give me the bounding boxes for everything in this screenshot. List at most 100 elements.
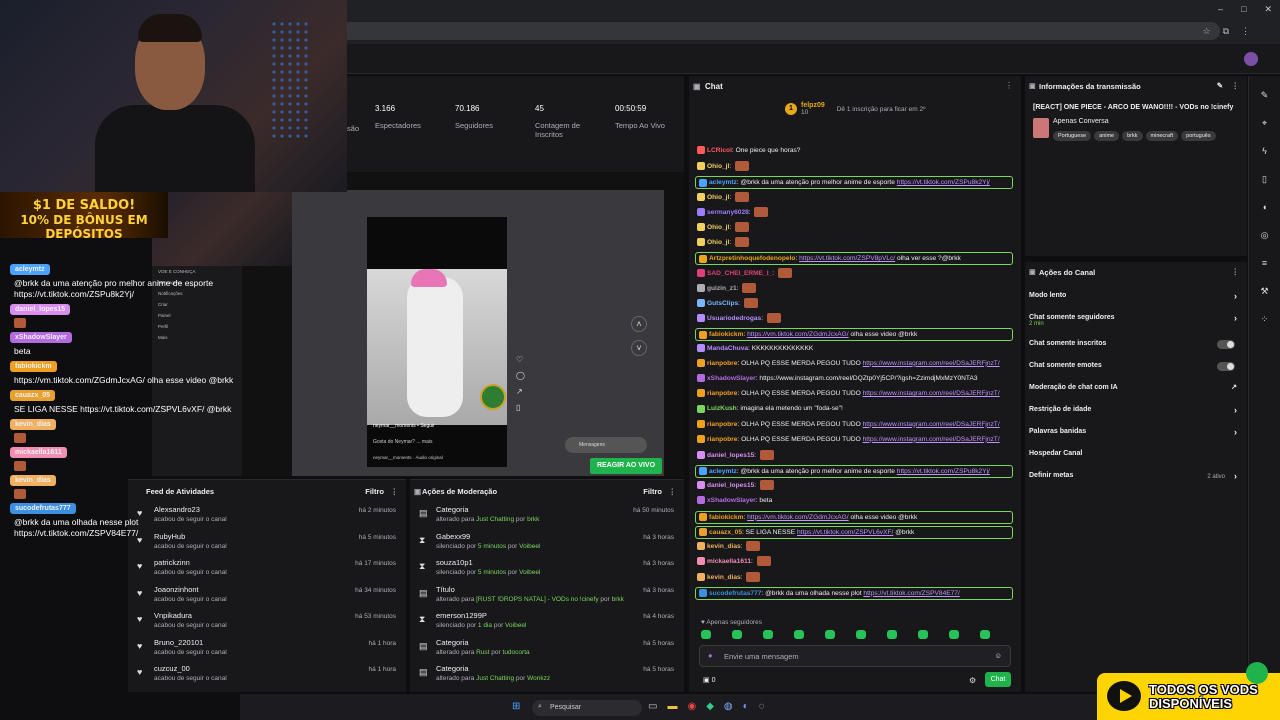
wrench-icon[interactable]: ⚒: [1258, 286, 1272, 300]
chat-username[interactable]: rianpobre: [707, 436, 737, 443]
channel-action-row[interactable]: Hospedar Canal: [1025, 446, 1247, 468]
chat-link[interactable]: https://vt.tiktok.com/ZSPV8pVLc/: [799, 255, 895, 262]
channel-action-row[interactable]: Modo lento ›: [1025, 288, 1247, 310]
chat-username[interactable]: rianpobre: [707, 421, 737, 428]
chat-username[interactable]: Ohio_jl: [707, 224, 729, 231]
avatar[interactable]: [1244, 52, 1258, 66]
chat-link[interactable]: https://vm.tiktok.com/ZGdmJcxAG/: [747, 331, 849, 338]
toggle-switch[interactable]: [1217, 340, 1235, 349]
address-bar[interactable]: [340, 22, 1220, 40]
chat-link[interactable]: https://vt.tiktok.com/ZSPV84E77/: [863, 590, 959, 597]
emote-icon[interactable]: [887, 630, 897, 639]
channel-action-row[interactable]: Moderação de chat com IA ↗: [1025, 380, 1247, 402]
folder-icon[interactable]: ▬: [667, 701, 677, 712]
chat-username[interactable]: mickaella1611: [707, 558, 751, 565]
chat-username[interactable]: cauazx_05: [709, 529, 742, 536]
tag-chip[interactable]: anime: [1094, 131, 1120, 141]
chat-username[interactable]: daniel_lopes15: [707, 482, 754, 489]
discord-icon[interactable]: ◐: [743, 701, 749, 712]
chat-username[interactable]: GutsClips: [707, 300, 738, 307]
taskbar-search[interactable]: ⌕ Pesquisar: [532, 700, 642, 716]
bookmark-icon[interactable]: ▯: [516, 400, 525, 416]
chat-username[interactable]: Ohio_jl: [707, 163, 729, 170]
chat-username[interactable]: xShadowSlayer: [707, 497, 756, 504]
menu-icon[interactable]: ⋮: [1241, 26, 1250, 37]
chat-input[interactable]: ● Envie uma mensagem ☺: [699, 645, 1011, 667]
emote-icon[interactable]: [825, 630, 835, 639]
star-icon[interactable]: ☆: [1202, 26, 1210, 37]
chat-username[interactable]: Usuariodedrogas: [707, 315, 761, 322]
chat-username[interactable]: LuizKush: [707, 405, 737, 412]
more-icon[interactable]: ⋮: [1005, 81, 1013, 90]
chevron-down-icon[interactable]: ˅: [631, 340, 647, 356]
taskview-icon[interactable]: ▭: [648, 701, 657, 712]
chat-link[interactable]: https://www.instagram.com/reel/DSaJERFjn…: [863, 360, 1000, 367]
pencil-icon[interactable]: ✎: [1258, 90, 1272, 104]
pencil-icon[interactable]: ✎: [1217, 81, 1223, 90]
bolt-icon[interactable]: ϟ: [1258, 146, 1272, 160]
chat-bubble-icon[interactable]: ◖: [1258, 202, 1272, 216]
chat-link[interactable]: https://www.instagram.com/reel/DSaJERFjn…: [863, 436, 1000, 443]
chat-send-button[interactable]: Chat: [985, 672, 1011, 687]
chat-username[interactable]: acleymtz: [709, 468, 737, 475]
tiktok-video[interactable]: neymar__moments • Seguir Gosta do Neymar…: [367, 217, 507, 467]
chat-username[interactable]: fabiokickm: [709, 514, 743, 521]
chat-username[interactable]: guizin_z1: [707, 285, 737, 292]
tag-chip[interactable]: Portuguese: [1053, 131, 1092, 141]
emote-icon[interactable]: [701, 630, 711, 639]
chat-link[interactable]: https://vm.tiktok.com/ZGdmJcxAG/: [747, 514, 849, 521]
chat-username[interactable]: LCRicol: [707, 147, 732, 154]
maximize-icon[interactable]: □: [1241, 4, 1246, 15]
channel-action-row[interactable]: Chat somente emotes: [1025, 358, 1247, 380]
apps-icon[interactable]: ⁘: [1258, 314, 1272, 328]
channel-action-row[interactable]: Definir metas › 2 ativo: [1025, 468, 1247, 490]
emote-icon[interactable]: [918, 630, 928, 639]
more-icon[interactable]: ⋮: [1232, 81, 1240, 90]
react-live-button[interactable]: REAGIR AO VIVO: [590, 458, 662, 474]
channel-action-row[interactable]: Restrição de idade ›: [1025, 402, 1247, 424]
more-icon[interactable]: ⋮: [669, 487, 677, 496]
tag-chip[interactable]: brkk: [1122, 131, 1143, 141]
emote-icon[interactable]: [763, 630, 773, 639]
chat-username[interactable]: rianpobre: [707, 390, 737, 397]
chat-username[interactable]: Ohio_jl: [707, 239, 729, 246]
chat-link[interactable]: https://www.instagram.com/reel/DSaJERFjn…: [863, 390, 1000, 397]
chat-link[interactable]: https://vt.tiktok.com/ZSPu8k2Yj/: [897, 468, 990, 475]
app-icon[interactable]: ◆: [706, 701, 714, 712]
chat-username[interactable]: MandaChuva: [707, 345, 748, 352]
floating-chat-icon[interactable]: [1246, 662, 1268, 684]
chat-link[interactable]: https://www.instagram.com/reel/DSaJERFjn…: [863, 421, 1000, 428]
emoji-icon[interactable]: ☺: [994, 651, 1002, 660]
chevron-up-icon[interactable]: ˄: [631, 316, 647, 332]
close-icon[interactable]: ✕: [1264, 4, 1272, 15]
extensions-icon[interactable]: ⧉: [1223, 26, 1229, 37]
emote-icon[interactable]: [949, 630, 959, 639]
share-icon[interactable]: ↗: [516, 384, 525, 400]
emote-icon[interactable]: [980, 630, 990, 639]
mod-filter-button[interactable]: Filtro: [643, 487, 662, 496]
chat-username[interactable]: sucodefrutas777: [709, 590, 761, 597]
chat-link[interactable]: https://vt.tiktok.com/ZSPu8k2Yj/: [897, 179, 990, 186]
chat-username[interactable]: kevin_dias: [707, 543, 741, 550]
chat-username[interactable]: SAD_CHEI_ERME_I_: [707, 269, 772, 276]
chat-username[interactable]: xShadowSlayer: [707, 375, 756, 382]
broadcast-icon[interactable]: ◎: [1258, 230, 1272, 244]
tag-chip[interactable]: minecraft: [1145, 131, 1179, 141]
chrome-icon[interactable]: ◉: [687, 701, 696, 712]
more-icon[interactable]: ⋮: [1232, 267, 1240, 276]
chat-username[interactable]: kevin_dias: [707, 573, 741, 580]
emote-icon[interactable]: [856, 630, 866, 639]
emote-icon[interactable]: [732, 630, 742, 639]
chat-username[interactable]: sermany6028: [707, 209, 749, 216]
toggle-switch[interactable]: [1217, 362, 1235, 371]
emote-icon[interactable]: [794, 630, 804, 639]
chat-username[interactable]: fabiokickm: [709, 331, 743, 338]
more-icon[interactable]: ⋮: [391, 487, 399, 496]
crosshair-icon[interactable]: ⌖: [1258, 118, 1272, 132]
steam-icon[interactable]: ◍: [724, 701, 733, 712]
minimize-icon[interactable]: –: [1218, 4, 1223, 15]
chat-username[interactable]: rianpobre: [707, 360, 737, 367]
comment-icon[interactable]: ◯: [516, 368, 525, 384]
windows-icon[interactable]: ⊞: [512, 701, 520, 712]
list-icon[interactable]: ≡: [1258, 258, 1272, 272]
